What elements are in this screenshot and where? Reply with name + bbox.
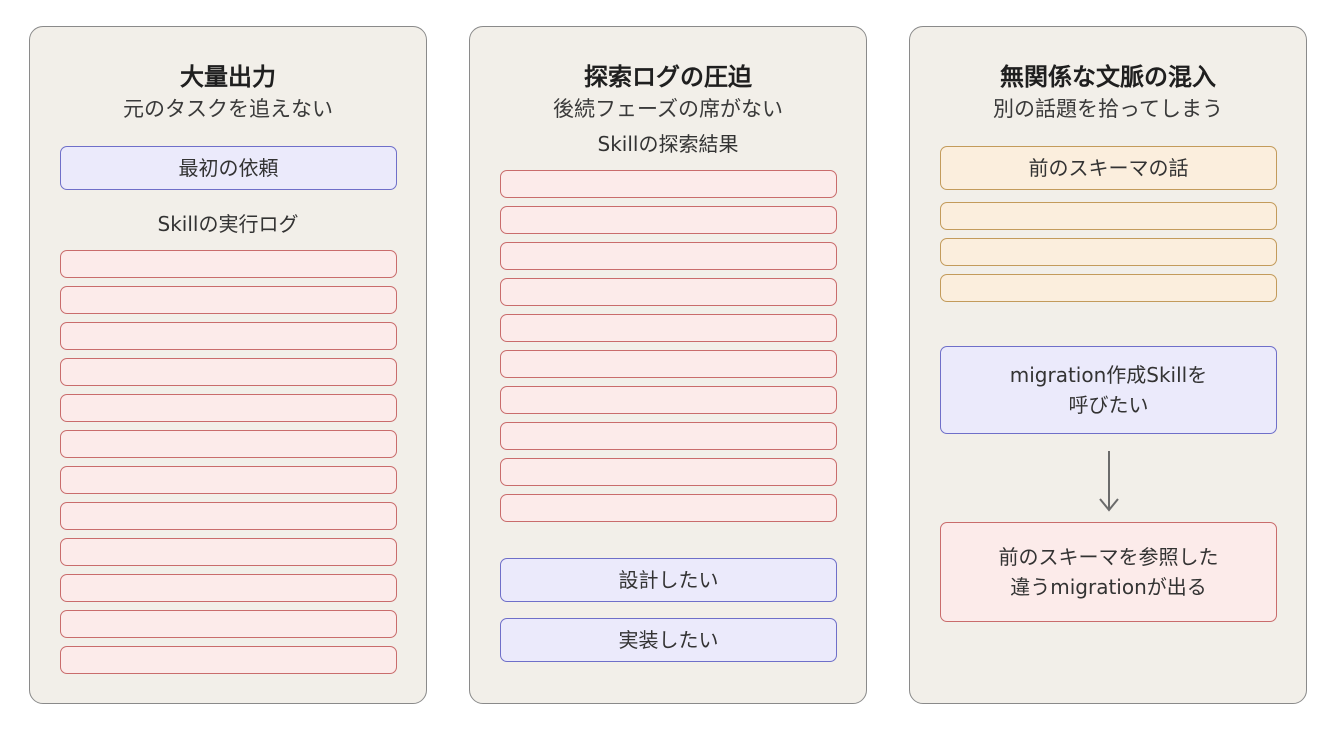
panel-subtitle: 後続フェーズの席がない — [553, 97, 783, 121]
initial-request-box: 最初の依頼 — [60, 146, 397, 190]
wrong-migration-result-box: 前のスキーマを参照した 違うmigrationが出る — [940, 522, 1277, 622]
log-bar — [60, 250, 397, 278]
log-bar — [60, 394, 397, 422]
implement-phase-box: 実装したい — [500, 618, 837, 662]
log-bar — [500, 494, 837, 522]
log-bar — [60, 322, 397, 350]
panel-title: 探索ログの圧迫 — [584, 63, 752, 91]
panel-large-output: 大量出力 元のタスクを追えない 最初の依頼 Skillの実行ログ — [29, 26, 427, 704]
previous-schema-box: 前のスキーマの話 — [940, 146, 1277, 190]
wrong-migration-line2: 違うmigrationが出る — [1010, 575, 1207, 599]
panel-exploration-pressure: 探索ログの圧迫 後続フェーズの席がない Skillの探索結果 設計したい 実装し… — [469, 26, 867, 704]
log-bar — [500, 458, 837, 486]
log-bar — [60, 466, 397, 494]
exploration-result-label: Skillの探索結果 — [597, 132, 739, 156]
log-bar — [60, 286, 397, 314]
panel-title: 大量出力 — [180, 63, 276, 91]
migration-request-box: migration作成Skillを 呼びたい — [940, 346, 1277, 434]
previous-schema-label: 前のスキーマの話 — [1028, 156, 1189, 180]
log-bar — [500, 314, 837, 342]
log-bar — [500, 206, 837, 234]
log-bar — [500, 278, 837, 306]
panel-subtitle: 別の話題を拾ってしまう — [993, 97, 1223, 121]
log-bar — [60, 358, 397, 386]
log-bar — [60, 574, 397, 602]
initial-request-label: 最初の依頼 — [178, 156, 279, 180]
wrong-migration-line1: 前のスキーマを参照した — [998, 545, 1219, 569]
down-arrow-icon — [1099, 451, 1119, 512]
log-bar — [60, 538, 397, 566]
design-phase-label: 設計したい — [618, 568, 719, 592]
log-bar — [60, 430, 397, 458]
log-bar — [500, 386, 837, 414]
log-bar — [500, 242, 837, 270]
log-bar — [60, 610, 397, 638]
design-phase-box: 設計したい — [500, 558, 837, 602]
panel-subtitle: 元のタスクを追えない — [123, 97, 333, 121]
log-bar — [500, 422, 837, 450]
context-bar — [940, 238, 1277, 266]
log-bar — [60, 646, 397, 674]
panel-unrelated-context: 無関係な文脈の混入 別の話題を拾ってしまう 前のスキーマの話 migration… — [909, 26, 1307, 704]
log-bar — [500, 170, 837, 198]
log-bar — [60, 502, 397, 530]
log-bar — [500, 350, 837, 378]
panel-title: 無関係な文脈の混入 — [1000, 63, 1216, 91]
migration-request-line2: 呼びたい — [1068, 393, 1149, 417]
context-bar — [940, 202, 1277, 230]
migration-request-line1: migration作成Skillを — [1009, 363, 1208, 387]
execution-log-label: Skillの実行ログ — [157, 212, 299, 236]
context-bar — [940, 274, 1277, 302]
implement-phase-label: 実装したい — [618, 628, 719, 652]
